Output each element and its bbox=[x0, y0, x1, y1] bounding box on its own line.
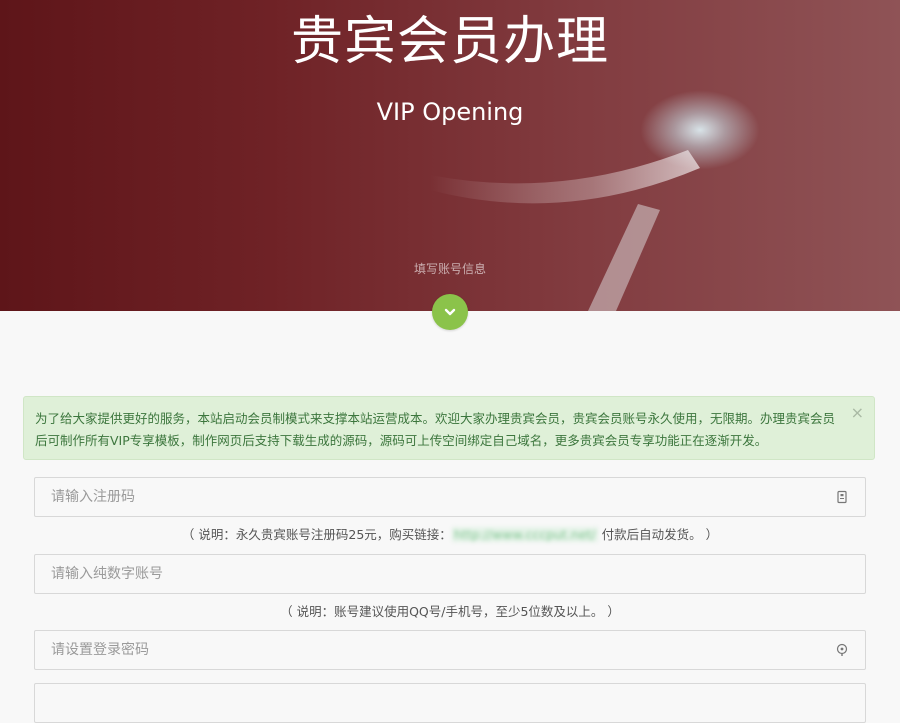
step-label: 填写账号信息 bbox=[413, 262, 486, 276]
notice-alert: 为了给大家提供更好的服务，本站启动会员制模式来支撑本站运营成本。欢迎大家办理贵宾… bbox=[23, 396, 875, 460]
reg-code-field bbox=[34, 477, 866, 517]
notice-text: 为了给大家提供更好的服务，本站启动会员制模式来支撑本站运营成本。欢迎大家办理贵宾… bbox=[35, 411, 836, 448]
purchase-link[interactable]: http://www.cccput.net/ bbox=[451, 527, 598, 542]
account-input[interactable] bbox=[35, 555, 831, 593]
hero-banner: 贵宾会员办理 VIP Opening 填写账号信息 bbox=[0, 0, 900, 311]
lock-icon bbox=[836, 643, 848, 656]
reg-hint-suffix: 付款后自动发货。 ） bbox=[597, 527, 719, 542]
account-hint: （ 说明：账号建议使用QQ号/手机号，至少5位数及以上。 ） bbox=[280, 604, 620, 619]
next-field bbox=[34, 683, 866, 723]
account-field bbox=[34, 554, 866, 594]
reg-code-hint: （ 说明：永久贵宾账号注册码25元，购买链接： http://www.cccput… bbox=[0, 524, 900, 543]
scroll-down-button[interactable] bbox=[432, 294, 468, 330]
reg-hint-prefix: （ 说明：永久贵宾账号注册码25元，购买链接： bbox=[181, 527, 452, 542]
close-icon[interactable]: × bbox=[851, 405, 864, 421]
card-icon bbox=[837, 490, 847, 504]
reg-code-input[interactable] bbox=[35, 478, 831, 516]
password-input[interactable] bbox=[35, 631, 831, 669]
page-subtitle: VIP Opening bbox=[376, 98, 524, 126]
page-title: 贵宾会员办理 bbox=[290, 12, 609, 72]
chevron-down-icon bbox=[444, 308, 456, 316]
password-field bbox=[34, 630, 866, 670]
